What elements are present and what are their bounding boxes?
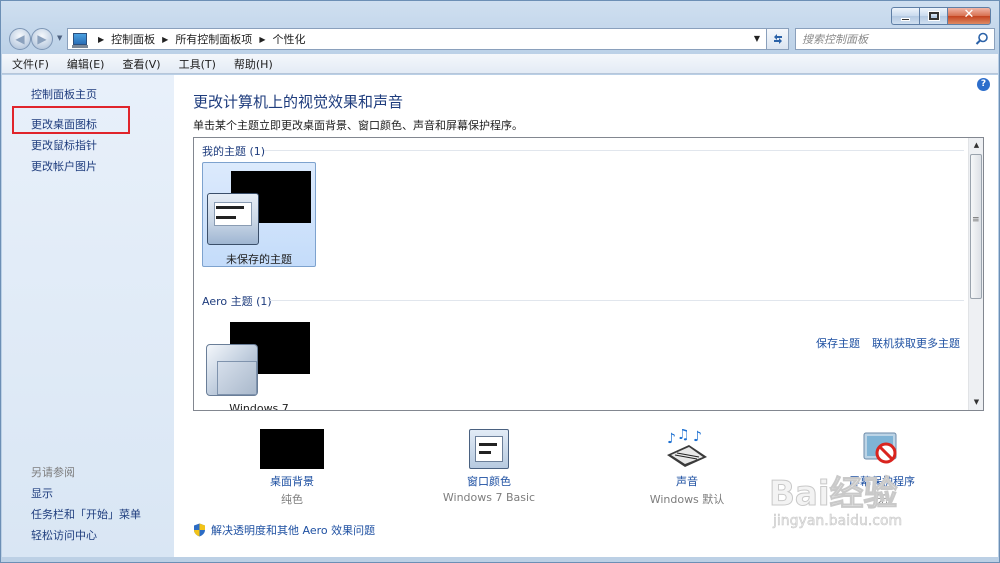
theme-window-thumbnail xyxy=(206,344,258,396)
page-title: 更改计算机上的视觉效果和声音 xyxy=(193,93,404,111)
help-icon[interactable]: ? xyxy=(977,78,990,91)
sidebar-link-control-panel-home[interactable]: 控制面板主页 xyxy=(31,86,97,102)
setting-value: 纯色 xyxy=(281,493,303,506)
desktop-background-icon xyxy=(260,429,324,469)
close-icon: ✕ xyxy=(963,7,975,22)
chevron-right-icon[interactable]: ▶ xyxy=(98,35,104,44)
personalization-window: ✕ ◀ ▶ ▼ ▶ 控制面板 ▶ 所有控制面板项 ▶ 个性化 ▼ 搜索控制面板 … xyxy=(0,0,1000,563)
theme-label: 未保存的主题 xyxy=(226,253,292,266)
setting-label[interactable]: 声音 xyxy=(587,473,787,489)
sidebar-link-taskbar-start-menu[interactable]: 任务栏和「开始」菜单 xyxy=(31,506,141,522)
scroll-down-icon[interactable]: ▼ xyxy=(969,395,983,410)
refresh-button[interactable] xyxy=(767,28,789,50)
recent-pages-dropdown[interactable]: ▼ xyxy=(57,34,62,42)
refresh-icon xyxy=(773,34,782,44)
breadcrumb-personalization[interactable]: 个性化 xyxy=(272,31,305,47)
sidebar: 控制面板主页 更改桌面图标 更改鼠标指针 更改帐户图片 另请参阅 显示 任务栏和… xyxy=(2,75,174,557)
menu-bar: 文件(F) 编辑(E) 查看(V) 工具(T) 帮助(H) xyxy=(2,54,998,74)
minimize-icon xyxy=(901,18,910,21)
chevron-right-icon[interactable]: ▶ xyxy=(259,35,265,44)
minimize-button[interactable] xyxy=(891,7,919,25)
menu-file[interactable]: 文件(F) xyxy=(10,55,51,73)
vertical-scrollbar[interactable]: ▲ ▼ xyxy=(968,138,983,410)
navigation-bar: ◀ ▶ ▼ ▶ 控制面板 ▶ 所有控制面板项 ▶ 个性化 ▼ xyxy=(7,27,997,51)
search-box[interactable] xyxy=(795,28,995,50)
save-theme-link[interactable]: 保存主题 xyxy=(816,335,860,351)
maximize-button[interactable] xyxy=(919,7,947,25)
theme-window-thumbnail xyxy=(207,193,259,245)
aero-themes-heading: Aero 主题 (1) xyxy=(202,295,272,308)
theme-tile-unsaved[interactable]: 未保存的主题 xyxy=(202,162,316,267)
setting-label[interactable]: 桌面背景 xyxy=(192,473,392,489)
watermark-brand: Bai经验 xyxy=(769,474,898,514)
menu-tools[interactable]: 工具(T) xyxy=(177,55,218,73)
search-input[interactable] xyxy=(796,29,966,49)
aero-troubleshoot-label[interactable]: 解决透明度和其他 Aero 效果问题 xyxy=(211,522,375,538)
breadcrumb-control-panel[interactable]: 控制面板 xyxy=(111,31,155,47)
page-description: 单击某个主题立即更改桌面背景、窗口颜色、声音和屏幕保护程序。 xyxy=(193,119,523,132)
sounds-icon: ♪ ♫ ♪ xyxy=(667,429,707,467)
sidebar-link-display[interactable]: 显示 xyxy=(31,485,53,501)
my-themes-heading: 我的主题 (1) xyxy=(202,145,266,158)
see-also-heading: 另请参阅 xyxy=(31,466,75,479)
caption-buttons: ✕ xyxy=(891,7,991,25)
control-panel-icon xyxy=(72,33,88,48)
forward-button[interactable]: ▶ xyxy=(31,28,53,50)
breadcrumb-all-items[interactable]: 所有控制面板项 xyxy=(175,31,252,47)
address-dropdown-icon[interactable]: ▼ xyxy=(748,29,766,49)
address-bar[interactable]: ▶ 控制面板 ▶ 所有控制面板项 ▶ 个性化 ▼ xyxy=(67,28,767,50)
svg-text:♫: ♫ xyxy=(677,429,690,443)
chevron-right-icon[interactable]: ▶ xyxy=(162,35,168,44)
baidu-jingyan-watermark: Bai经验 jingyan.baidu.com xyxy=(769,474,903,530)
menu-edit[interactable]: 编辑(E) xyxy=(65,55,107,73)
scroll-up-icon[interactable]: ▲ xyxy=(969,138,983,153)
sidebar-link-change-desktop-icons[interactable]: 更改桌面图标 xyxy=(31,116,97,132)
group-divider xyxy=(264,150,964,151)
watermark-url: jingyan.baidu.com xyxy=(772,513,902,529)
menu-view[interactable]: 查看(V) xyxy=(120,55,162,73)
theme-list[interactable]: 我的主题 (1) 未保存的主题 保存主题 联机获取更多主题 Aero 主题 (1… xyxy=(193,137,984,411)
close-button[interactable]: ✕ xyxy=(947,7,991,25)
menu-help[interactable]: 帮助(H) xyxy=(232,55,275,73)
setting-label[interactable]: 窗口颜色 xyxy=(389,473,589,489)
theme-label: Windows 7 xyxy=(229,402,289,411)
svg-text:♪: ♪ xyxy=(693,429,702,445)
sidebar-link-change-account-picture[interactable]: 更改帐户图片 xyxy=(31,158,97,174)
group-divider xyxy=(270,300,964,301)
sidebar-link-change-mouse-pointers[interactable]: 更改鼠标指针 xyxy=(31,137,97,153)
back-button[interactable]: ◀ xyxy=(9,28,31,50)
screen-saver-icon xyxy=(863,432,897,464)
scroll-thumb[interactable] xyxy=(970,154,982,299)
shield-icon xyxy=(194,523,205,537)
maximize-icon xyxy=(928,11,940,21)
setting-value: Windows 默认 xyxy=(649,493,725,506)
aero-troubleshoot-link[interactable]: 解决透明度和其他 Aero 效果问题 xyxy=(193,522,375,538)
svg-text:♪: ♪ xyxy=(667,431,676,447)
search-icon[interactable] xyxy=(975,32,989,46)
sidebar-link-ease-of-access[interactable]: 轻松访问中心 xyxy=(31,527,97,543)
get-more-themes-link[interactable]: 联机获取更多主题 xyxy=(872,335,960,351)
window-color-icon xyxy=(469,429,509,469)
setting-value: Windows 7 Basic xyxy=(442,491,536,504)
theme-tile-windows7[interactable]: Windows 7 xyxy=(202,314,316,411)
